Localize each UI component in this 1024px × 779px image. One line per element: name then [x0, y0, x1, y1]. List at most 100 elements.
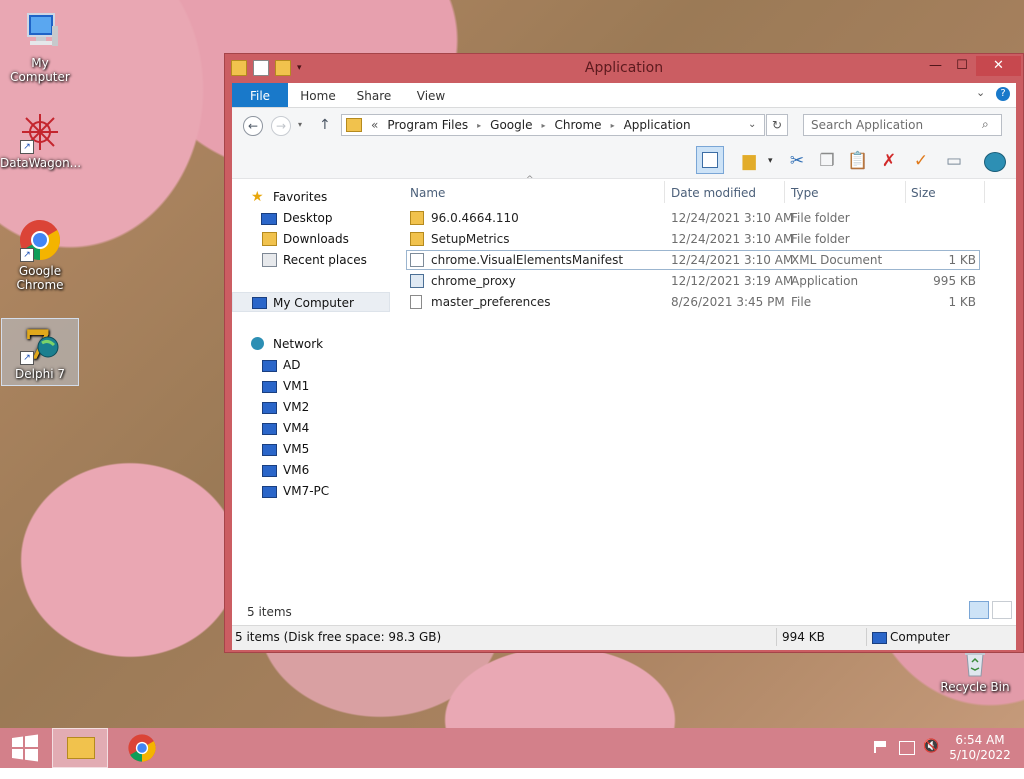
status-size: 994 KB — [782, 630, 825, 644]
item-count: 5 items — [247, 605, 292, 619]
paste-icon[interactable]: 📋 — [846, 149, 870, 173]
minimize-button[interactable]: — — [922, 56, 949, 76]
nav-favorites[interactable]: ★ Favorites — [232, 187, 390, 207]
computer-icon — [18, 10, 62, 54]
file-size: 995 KB — [933, 274, 976, 288]
address-dropdown-icon[interactable]: ⌄ — [748, 119, 756, 130]
up-button[interactable]: ↑ — [319, 117, 331, 133]
address-bar[interactable]: « Program Files ▸ Google ▸ Chrome ▸ Appl… — [341, 114, 765, 136]
nav-network-vm6[interactable]: VM6 — [232, 460, 390, 480]
cut-icon[interactable]: ✂ — [785, 149, 809, 173]
start-button[interactable] — [0, 728, 48, 768]
back-button[interactable]: ← — [243, 116, 263, 136]
search-input[interactable]: Search Application — [803, 114, 1002, 136]
nav-item-desktop[interactable]: Desktop — [232, 208, 390, 228]
breadcrumb-program-files[interactable]: Program Files — [387, 118, 468, 132]
file-name: 96.0.4664.110 — [431, 211, 519, 225]
forward-button[interactable]: → — [271, 116, 291, 136]
datawagon-icon: ↗ — [18, 110, 62, 154]
recent-locations-chevron-icon[interactable]: ▾ — [298, 120, 302, 129]
breadcrumb-application[interactable]: Application — [624, 118, 691, 132]
details-view-button[interactable] — [969, 601, 989, 619]
checkmark-icon[interactable]: ✓ — [909, 149, 933, 173]
window-client: File Home Share View ⌄ ? ← → ▾ ↑ « Progr… — [232, 83, 1016, 650]
desktop-icon-datawagon[interactable]: ↗ DataWagon... — [0, 110, 81, 170]
network-icon — [251, 337, 264, 350]
ribbon-expand-icon[interactable]: ⌄ — [976, 86, 985, 99]
file-row-selected[interactable]: chrome.VisualElementsManifest 12/24/2021… — [406, 250, 980, 270]
copy-icon[interactable]: ❐ — [815, 149, 839, 173]
ribbon-tabs: File Home Share View ⌄ ? — [232, 83, 1016, 108]
search-icon: ⌕ — [982, 117, 989, 131]
preview-pane-icon[interactable] — [696, 146, 724, 174]
refresh-button[interactable]: ↻ — [766, 114, 788, 136]
windows-logo-icon — [12, 734, 38, 762]
breadcrumb-google[interactable]: Google — [490, 118, 532, 132]
status-divider — [776, 628, 777, 646]
column-separator[interactable] — [664, 181, 665, 203]
breadcrumb-chrome[interactable]: Chrome — [554, 118, 601, 132]
column-separator[interactable] — [784, 181, 785, 203]
nav-item-label: Downloads — [283, 232, 349, 246]
tab-file[interactable]: File — [232, 83, 288, 107]
file-type: File folder — [791, 232, 850, 246]
nav-network-label: Network — [273, 337, 324, 351]
tab-view[interactable]: View — [412, 83, 450, 107]
desktop-icon-delphi-7[interactable]: 7 ↗ Delphi 7 — [1, 318, 79, 386]
desktop-icon-my-computer[interactable]: My Computer — [0, 10, 80, 84]
close-button[interactable]: ✕ — [976, 56, 1021, 76]
column-header-size[interactable]: Size — [911, 183, 981, 203]
nav-network-vm1[interactable]: VM1 — [232, 376, 390, 396]
breadcrumb-overflow[interactable]: « — [371, 118, 378, 132]
desktop-icon-label: Google Chrome — [16, 264, 64, 292]
column-separator[interactable] — [905, 181, 906, 203]
nav-network-vm7-pc[interactable]: VM7-PC — [232, 481, 390, 501]
clock[interactable]: 6:54 AM 5/10/2022 — [944, 728, 1016, 768]
file-row[interactable]: master_preferences 8/26/2021 3:45 PM Fil… — [406, 292, 980, 312]
network-computer-icon — [262, 423, 277, 435]
nav-network-ad[interactable]: AD — [232, 355, 390, 375]
desktop-icon-label: Delphi 7 — [15, 367, 65, 381]
nav-network[interactable]: Network — [232, 334, 390, 354]
folder-icon — [410, 232, 424, 246]
tray-network-icon[interactable] — [899, 741, 915, 755]
file-size: 1 KB — [948, 295, 976, 309]
maximize-button[interactable]: ☐ — [949, 56, 975, 76]
desktop-icon — [261, 213, 277, 225]
nav-item-downloads[interactable]: Downloads — [232, 229, 390, 249]
column-header-date-modified[interactable]: Date modified — [671, 183, 781, 203]
nav-network-vm4[interactable]: VM4 — [232, 418, 390, 438]
nav-network-vm2[interactable]: VM2 — [232, 397, 390, 417]
tray-volume-muted-icon[interactable]: 🔇 — [923, 739, 939, 779]
file-row[interactable]: chrome_proxy 12/12/2021 3:19 AM Applicat… — [406, 271, 980, 291]
nav-item-label: VM4 — [283, 421, 310, 435]
title-bar[interactable]: ▾ Application — ☐ ✕ — [225, 54, 1023, 83]
folder-options-icon[interactable]: ▆ — [737, 149, 761, 173]
file-name: chrome_proxy — [431, 274, 516, 288]
status-divider — [866, 628, 867, 646]
column-separator[interactable] — [984, 181, 985, 203]
delete-icon[interactable]: ✗ — [877, 149, 901, 173]
nav-favorites-label: Favorites — [273, 190, 328, 204]
globe-icon[interactable] — [982, 149, 1006, 173]
rename-icon[interactable]: ▭ — [942, 149, 966, 173]
chevron-down-icon[interactable]: ▾ — [768, 156, 773, 166]
tray-flag-icon[interactable] — [874, 741, 888, 755]
desktop-icon-google-chrome[interactable]: ↗ Google Chrome — [0, 218, 80, 292]
file-row[interactable]: SetupMetrics 12/24/2021 3:10 AM File fol… — [406, 229, 980, 249]
column-header-name[interactable]: Name — [410, 183, 660, 203]
taskbar-chrome[interactable] — [114, 728, 170, 768]
desktop-icon-label: Recycle Bin — [940, 680, 1010, 694]
nav-item-recent-places[interactable]: Recent places — [232, 250, 390, 270]
network-computer-icon — [262, 444, 277, 456]
tab-home[interactable]: Home — [296, 83, 340, 107]
large-icons-view-button[interactable] — [992, 601, 1012, 619]
nav-my-computer[interactable]: My Computer — [232, 292, 390, 312]
taskbar-file-explorer[interactable] — [52, 728, 108, 768]
nav-network-vm5[interactable]: VM5 — [232, 439, 390, 459]
help-icon[interactable]: ? — [996, 87, 1010, 101]
desktop-icon-recycle-bin[interactable]: Recycle Bin — [935, 648, 1015, 694]
file-row[interactable]: 96.0.4664.110 12/24/2021 3:10 AM File fo… — [406, 208, 980, 228]
column-header-type[interactable]: Type — [791, 183, 901, 203]
tab-share[interactable]: Share — [354, 83, 394, 107]
